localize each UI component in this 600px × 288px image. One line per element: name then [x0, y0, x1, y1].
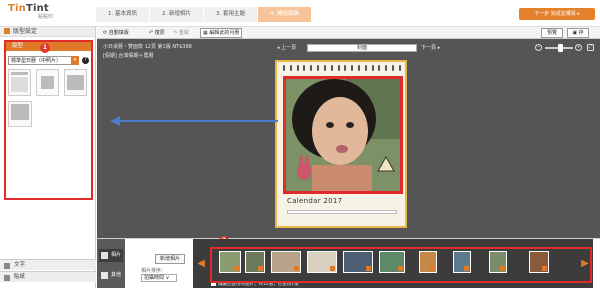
ring	[283, 65, 285, 71]
ring	[378, 65, 381, 71]
tab-photos-label: 相片	[110, 252, 121, 258]
redo-button[interactable]: ↷ 重做	[171, 28, 191, 38]
add-photo-button[interactable]: 新增相片	[155, 254, 185, 264]
layout-thumbnail[interactable]	[64, 69, 87, 96]
save-label: 存	[578, 30, 584, 36]
tray-tabs: 相片 其他	[97, 239, 125, 288]
other-icon	[101, 272, 108, 279]
ring	[344, 65, 347, 71]
ring	[364, 65, 367, 71]
auto-fill-label: 自動填版	[108, 30, 129, 36]
tab-photos[interactable]: 相片	[99, 249, 123, 262]
tab-stickers[interactable]: 貼紙	[0, 271, 96, 282]
undo-button[interactable]: ↶ 復原	[147, 28, 167, 38]
undo-label: 復原	[154, 30, 165, 36]
help-icon[interactable]: ?	[82, 57, 89, 64]
annotation-arrow	[110, 116, 278, 126]
photo-tray: 相片 其他 2 新增相片 相片排序： 拍攝時間 ∨ ▶ ▶ 隱藏已使用的相片，共…	[97, 236, 600, 288]
layout-type-select[interactable]: 標準型日曆（中照片）	[8, 56, 72, 65]
ring	[392, 65, 394, 71]
tab-text-label: 文字	[14, 262, 26, 268]
ring	[385, 65, 388, 71]
tab-stickers-label: 貼紙	[14, 274, 26, 280]
layout-settings-label: 版型設定	[13, 28, 38, 35]
layout-thumbnail[interactable]	[8, 101, 32, 127]
left-panel: 版型設定 版型 1 標準型日曆（中照片） ▾ ? 文字 貼紙	[0, 27, 96, 288]
logo-subtext: 點點印	[38, 14, 54, 20]
logo-text-part: Tin	[8, 3, 26, 14]
ring	[303, 65, 306, 71]
binding-rings	[283, 65, 401, 71]
highlight-box-photos	[210, 247, 592, 283]
ring	[323, 65, 326, 71]
next-page-button[interactable]: 下一頁 ▸	[421, 44, 440, 52]
tab-other[interactable]: 其他	[99, 269, 123, 282]
step-badge-1: 1	[40, 43, 50, 53]
toolbar: ⟳ 自動填版 ↶ 復原 ↷ 重做 ▦ 編輯此的月曆 預覽 ▣ 存	[97, 27, 600, 39]
layout-thumbnail[interactable]	[36, 69, 59, 96]
zoom-control[interactable]: − + ⤢	[535, 44, 595, 52]
redo-label: 重做	[178, 30, 189, 36]
step-start-editing[interactable]: 4. 開始編輯	[258, 7, 312, 22]
layout-thumbnail[interactable]	[8, 69, 31, 96]
tintint-logo[interactable]: TinTint 點點印	[8, 3, 53, 20]
ring	[371, 65, 374, 71]
auto-fill-button[interactable]: ⟳ 自動填版	[101, 28, 131, 38]
thumb-preview	[11, 77, 28, 92]
zoom-out-icon[interactable]: −	[535, 44, 542, 51]
ring	[289, 65, 292, 71]
zoom-in-icon[interactable]: +	[575, 44, 582, 51]
product-info: 小日桌曆・雙面款 12頁 第1版 NT$388	[103, 44, 192, 50]
ring	[296, 65, 299, 71]
ring	[351, 65, 354, 71]
thumb-preview	[11, 72, 28, 75]
edit-month-label: 編輯此的月曆	[209, 30, 240, 36]
cover-photo[interactable]	[283, 76, 403, 194]
calendar-subtitle-field[interactable]	[287, 210, 397, 214]
fit-screen-icon[interactable]: ⤢	[587, 44, 594, 51]
thumb-preview	[41, 76, 54, 89]
step-add-photos[interactable]: 2. 新增相片	[150, 7, 204, 22]
page-select[interactable]: 封面	[307, 44, 417, 52]
ring	[357, 65, 360, 71]
prev-page-button[interactable]: ◂ 上一頁	[277, 44, 296, 52]
step-tabs: 1. 基本資訊 2. 新增相片 3. 套用主題 4. 開始編輯	[96, 7, 516, 22]
strip-prev-icon[interactable]: ▶	[197, 257, 205, 271]
ring	[330, 65, 333, 71]
app-window: TinTint 點點印 1. 基本資訊 2. 新增相片 3. 套用主題 4. 開…	[0, 0, 600, 288]
layout-settings-header[interactable]: 版型設定	[0, 27, 95, 37]
zoom-slider-handle[interactable]	[558, 44, 563, 52]
holiday-info: [假期] 台灣假期＋農曆	[103, 53, 154, 59]
thumb-preview	[67, 75, 84, 90]
save-button[interactable]: ▣ 存	[567, 28, 589, 38]
step-apply-theme[interactable]: 3. 套用主題	[204, 7, 258, 22]
sort-select[interactable]: 拍攝時間 ∨	[141, 274, 177, 282]
tab-text[interactable]: 文字	[0, 259, 96, 270]
ring	[337, 65, 340, 71]
photo-icon	[101, 252, 108, 259]
ring	[317, 65, 320, 71]
portrait-photo-illustration	[286, 79, 400, 191]
calendar-page[interactable]: Calendar 2017	[275, 60, 407, 228]
sticker-icon	[4, 275, 10, 281]
next-complete-purchase-button[interactable]: 下一步 完成並購買 ▸	[519, 8, 595, 20]
ring	[310, 65, 313, 71]
preview-button[interactable]: 預覽	[541, 28, 563, 38]
text-icon	[4, 263, 10, 269]
chevron-down-icon[interactable]: ▾	[71, 56, 79, 65]
step-basic-info[interactable]: 1. 基本資訊	[96, 7, 150, 22]
sort-label: 相片排序：	[141, 268, 167, 274]
thumb-preview	[11, 104, 29, 120]
calendar-title[interactable]: Calendar 2017	[287, 197, 342, 205]
edit-month-button[interactable]: ▦ 編輯此的月曆	[200, 28, 243, 38]
editor-canvas[interactable]: 小日桌曆・雙面款 12頁 第1版 NT$388 [假期] 台灣假期＋農曆 ◂ 上…	[97, 39, 600, 238]
header: TinTint 點點印 1. 基本資訊 2. 新增相片 3. 套用主題 4. 開…	[0, 0, 600, 27]
ring	[398, 65, 401, 71]
settings-icon	[4, 28, 10, 34]
tab-other-label: 其他	[110, 272, 121, 278]
